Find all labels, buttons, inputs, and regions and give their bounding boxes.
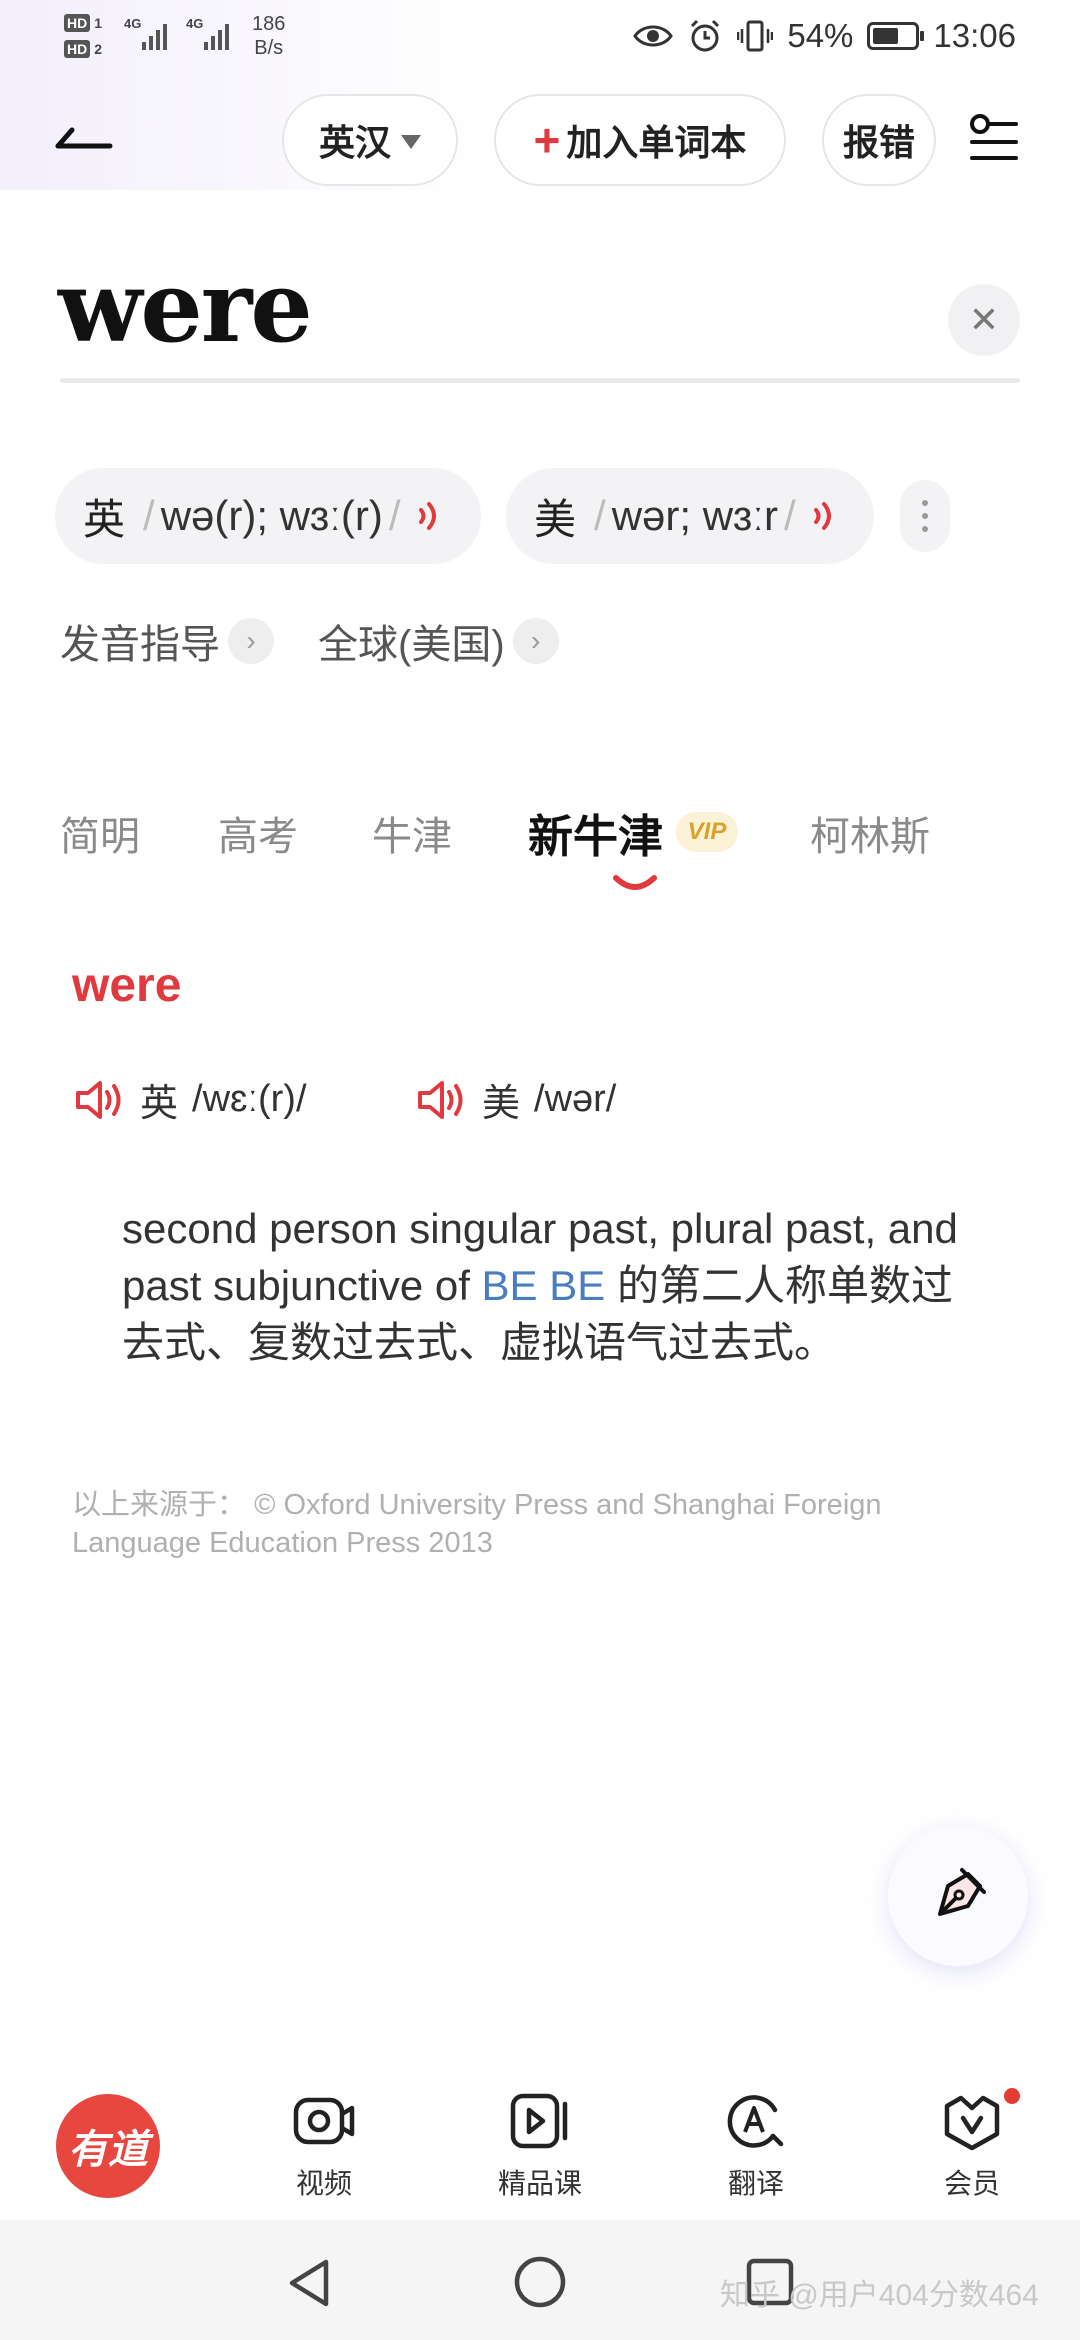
sim1-number: 1	[94, 15, 103, 31]
alarm-icon	[691, 19, 720, 52]
course-play-icon	[510, 2093, 568, 2149]
nav-courses-label: 精品课	[497, 2168, 582, 2199]
tab-oxford[interactable]: 牛津	[372, 804, 452, 862]
more-options-button[interactable]	[900, 480, 950, 552]
speaker-icon	[418, 1080, 463, 1119]
battery-percent: 54%	[787, 17, 854, 54]
nav-video[interactable]: 视频	[254, 2090, 394, 2202]
zhihu-watermark: 知乎 @用户404分数464	[720, 2279, 1039, 2312]
pronunciation-guide-link[interactable]: 发音指导 ›	[60, 612, 274, 670]
nav-video-label: 视频	[295, 2168, 352, 2199]
status-bar: HD 1 HD 2 4G 4G 186 B/s 54% 13:06	[0, 0, 1080, 75]
system-home-icon[interactable]	[512, 2254, 568, 2310]
sim1-hd-badge: HD	[64, 14, 91, 32]
nav-membership-label: 会员	[943, 2168, 1000, 2199]
sound-wave-icon	[813, 502, 831, 530]
pen-floating-button[interactable]	[888, 1826, 1028, 1966]
video-camera-icon	[293, 2097, 355, 2145]
definition-text: second person singular past, plural past…	[122, 1200, 982, 1371]
uk-label: 英	[83, 495, 126, 543]
youdao-logo-button[interactable]: 有道	[56, 2094, 160, 2198]
us-ipa: wər; wɜːr	[611, 492, 778, 539]
network-speed-value: 186	[252, 13, 286, 35]
notification-dot	[1004, 2088, 1020, 2104]
pronunciation-guide-label: 发音指导	[60, 623, 220, 667]
slash-divider: /	[388, 492, 401, 539]
chevron-right-icon: ›	[228, 618, 274, 664]
network-type-2: 4G	[186, 16, 204, 31]
network-speed: 186 B/s	[252, 12, 285, 60]
tab-new-oxford[interactable]: 新牛津	[528, 800, 663, 865]
report-error-label: 报错	[842, 122, 915, 163]
entry-uk-ipa: /wɛː(r)/	[192, 1078, 307, 1120]
sim2-hd-badge: HD	[64, 40, 91, 58]
us-label: 美	[534, 495, 577, 543]
tab-gaokao[interactable]: 高考	[218, 804, 298, 862]
title-underline	[60, 378, 1020, 383]
slash-divider: /	[783, 492, 796, 539]
clock-time: 13:06	[933, 17, 1016, 54]
uk-pronunciation-chip[interactable]: 英 / wə(r); wɜː(r) /	[55, 468, 481, 564]
global-accent-link[interactable]: 全球(美国) ›	[318, 612, 559, 670]
back-button[interactable]	[52, 110, 118, 160]
global-accent-label: 全球(美国)	[318, 623, 505, 667]
language-label: 英汉	[318, 122, 391, 163]
entry-us-ipa: /wər/	[534, 1078, 617, 1120]
network-type-1: 4G	[124, 16, 142, 31]
tab-jianming[interactable]: 简明	[60, 804, 140, 862]
slash-divider: /	[594, 492, 606, 539]
back-arrow-icon	[55, 127, 113, 149]
clear-search-button[interactable]: ✕	[948, 284, 1020, 356]
add-to-wordbook-button[interactable]: + 加入单词本	[494, 94, 786, 186]
us-pronunciation-chip[interactable]: 美 / wər; wɜːr /	[506, 468, 874, 564]
search-word-title[interactable]: were	[58, 250, 313, 365]
vip-badge: VIP	[676, 812, 738, 852]
speaker-icon	[76, 1080, 121, 1119]
slash-divider: /	[143, 492, 155, 539]
entry-headword: were	[72, 959, 182, 1012]
language-selector[interactable]: 英汉	[282, 94, 458, 186]
vibrate-icon	[737, 20, 774, 52]
close-icon: ✕	[968, 299, 1000, 340]
entry-us-label: 美	[482, 1083, 521, 1125]
caret-down-icon	[401, 135, 421, 149]
tab-collins[interactable]: 柯林斯	[810, 804, 930, 862]
pen-nib-icon	[938, 1868, 986, 1916]
add-to-wordbook-label: 加入单词本	[566, 122, 747, 163]
sim2-number: 2	[94, 41, 103, 57]
sound-wave-icon	[418, 502, 436, 530]
entry-us-pronunciation[interactable]: 美 /wər/	[416, 1072, 616, 1127]
system-back-icon[interactable]	[284, 2256, 334, 2310]
cross-reference-link[interactable]: BE BE	[482, 1262, 606, 1309]
translate-icon	[727, 2095, 784, 2148]
network-speed-unit: B/s	[254, 37, 284, 59]
report-error-button[interactable]: 报错	[822, 94, 936, 186]
chevron-right-icon: ›	[512, 618, 559, 664]
eye-icon	[633, 25, 674, 47]
entry-uk-pronunciation[interactable]: 英 /wɛː(r)/	[74, 1072, 307, 1127]
nav-translate-label: 翻译	[727, 2168, 784, 2199]
plus-icon: +	[533, 114, 561, 166]
source-label: 以上来源于：	[72, 1489, 247, 1521]
uk-ipa: wə(r); wɜː(r)	[160, 492, 383, 539]
nav-courses[interactable]: 精品课	[470, 2090, 610, 2202]
entry-uk-label: 英	[140, 1083, 179, 1125]
active-tab-indicator	[613, 875, 657, 890]
sim-indicators: HD 1 HD 2	[64, 12, 116, 64]
battery-icon	[867, 22, 925, 50]
settings-sliders-icon[interactable]	[968, 112, 1020, 166]
source-attribution: 以上来源于： © Oxford University Press and Sha…	[72, 1486, 972, 1562]
nav-translate[interactable]: 翻译	[686, 2090, 826, 2202]
nav-membership[interactable]: 会员	[902, 2090, 1042, 2202]
vip-crown-icon	[944, 2095, 1000, 2151]
